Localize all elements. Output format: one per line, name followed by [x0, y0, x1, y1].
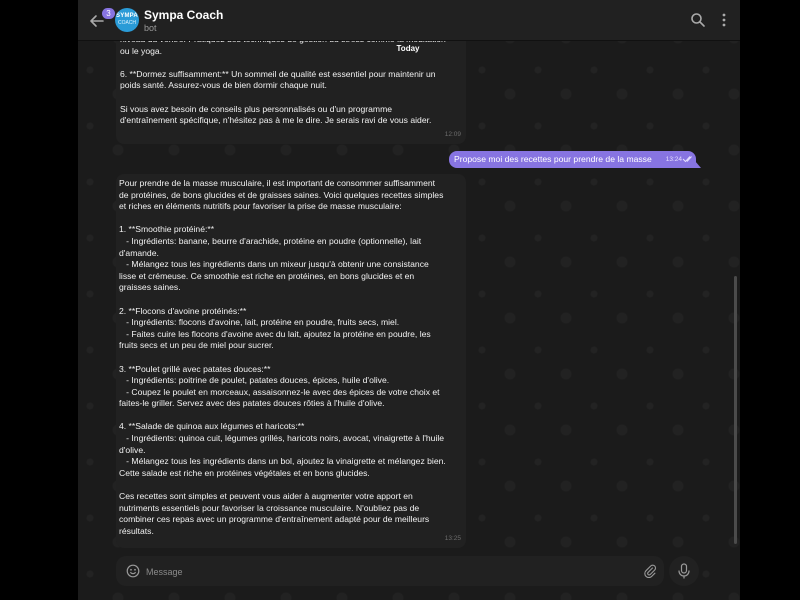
- chat-subtitle: bot: [144, 23, 157, 33]
- double-check-icon: [682, 156, 692, 163]
- avatar-logo-subtext: COACH: [117, 20, 137, 26]
- message-time: 13:25: [444, 535, 461, 543]
- emoji-icon[interactable]: [126, 564, 140, 578]
- search-icon: [691, 13, 705, 27]
- message-text: Pour prendre de la masse musculaire, il …: [119, 178, 446, 536]
- avatar[interactable]: SYMPA COACH: [115, 8, 139, 32]
- message-time: 12:09: [444, 131, 461, 139]
- message-bubble-outgoing[interactable]: Propose moi des recettes pour prendre de…: [449, 151, 701, 168]
- message-input[interactable]: [144, 562, 628, 582]
- chat-title[interactable]: Sympa Coach: [144, 8, 223, 22]
- voice-record-button[interactable]: [669, 556, 699, 586]
- bubble-tail: [695, 161, 701, 168]
- chat-header: 3 SYMPA COACH Sympa Coach bot: [78, 0, 740, 41]
- message-text: Propose moi des recettes pour prendre de…: [454, 154, 652, 164]
- message-time: 13:24: [665, 156, 682, 163]
- chat-window: 3 SYMPA COACH Sympa Coach bot Today nive…: [78, 0, 740, 600]
- avatar-logo-text: SYMPA: [116, 13, 138, 19]
- date-separator: Today: [396, 44, 420, 53]
- scrollbar[interactable]: [734, 276, 737, 544]
- microphone-icon: [678, 563, 690, 579]
- message-composer: [116, 556, 664, 586]
- more-button[interactable]: [716, 12, 732, 28]
- paperclip-icon[interactable]: [643, 564, 657, 578]
- unread-count-badge: 3: [102, 8, 115, 19]
- more-vertical-icon: [722, 13, 726, 27]
- search-button[interactable]: [690, 12, 706, 28]
- message-bubble-incoming[interactable]: Pour prendre de la masse musculaire, il …: [116, 174, 466, 548]
